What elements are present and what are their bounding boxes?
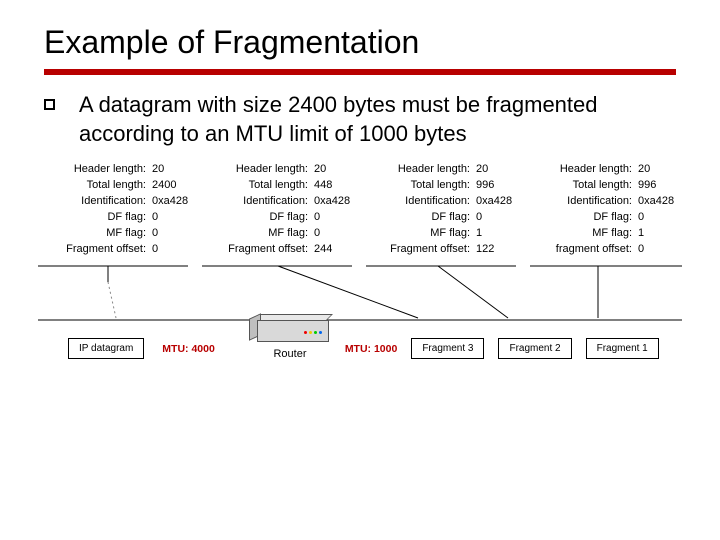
table-fragment-1: Header length:20 Total length:996 Identi… (524, 162, 682, 258)
bullet-text: A datagram with size 2400 bytes must be … (79, 91, 676, 148)
mtu-right-label: MTU: 1000 (345, 343, 398, 355)
bottom-row: IP datagram MTU: 4000 Router MTU: 1000 F… (0, 332, 720, 366)
box-fragment-2: Fragment 2 (498, 338, 571, 359)
router-label: Router (235, 348, 345, 360)
bullet-item: A datagram with size 2400 bytes must be … (44, 91, 676, 148)
router: Router (235, 316, 345, 360)
box-ip-datagram: IP datagram (68, 338, 144, 359)
page-title: Example of Fragmentation (0, 0, 720, 69)
table-fragment-3: Header length:20 Total length:448 Identi… (200, 162, 358, 258)
table-fragment-2: Header length:20 Total length:996 Identi… (362, 162, 520, 258)
box-fragment-1: Fragment 1 (586, 338, 659, 359)
bullet-icon (44, 99, 55, 110)
mtu-left-label: MTU: 4000 (162, 343, 215, 355)
fragment-header-tables: Header length:20 Total length:2400 Ident… (0, 162, 720, 258)
table-original: Header length:20 Total length:2400 Ident… (38, 162, 196, 258)
connector-lines (38, 262, 682, 332)
box-fragment-3: Fragment 3 (411, 338, 484, 359)
